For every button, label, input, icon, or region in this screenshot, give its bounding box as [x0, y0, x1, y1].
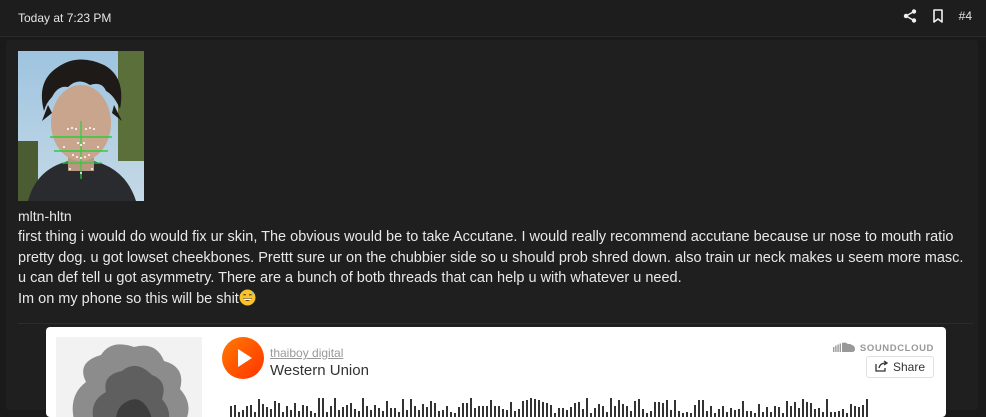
- play-button[interactable]: [222, 337, 264, 379]
- post-timestamp[interactable]: Today at 7:23 PM: [18, 11, 111, 25]
- embed-share-label: Share: [892, 360, 926, 374]
- post-message: first thing i would do would fix ur skin…: [18, 227, 973, 309]
- soundcloud-embed: thaiboy digital Western Union SOUNDCLOUD: [46, 327, 946, 417]
- post-username[interactable]: mltn-hltn: [18, 208, 72, 224]
- share-out-icon: [875, 359, 889, 375]
- embed-share-button[interactable]: Share: [866, 356, 934, 378]
- track-title[interactable]: Western Union: [270, 362, 369, 379]
- post-message-paragraph: first thing i would do would fix ur skin…: [18, 229, 964, 286]
- share-icon[interactable]: [903, 9, 917, 23]
- post-message-line: Im on my phone so this will be shit: [18, 289, 973, 310]
- bookmark-icon[interactable]: [931, 9, 945, 23]
- avatar[interactable]: [18, 51, 144, 201]
- post-body: mltn-hltn first thing i would do would f…: [6, 40, 978, 417]
- track-artwork[interactable]: [56, 337, 202, 417]
- track-artist-link[interactable]: thaiboy digital: [270, 346, 343, 360]
- soundcloud-logo-icon: [832, 339, 855, 357]
- grinning-face-with-sweat-icon: [239, 289, 256, 306]
- soundcloud-brand-label: SOUNDCLOUD: [859, 342, 934, 354]
- play-icon: [238, 349, 252, 367]
- post-number-link[interactable]: #4: [959, 9, 972, 23]
- post-header: Today at 7:23 PM #4: [0, 0, 986, 37]
- waveform[interactable]: [230, 397, 870, 417]
- soundcloud-brand[interactable]: SOUNDCLOUD: [832, 339, 934, 357]
- post-actions: #4: [903, 9, 972, 23]
- post-divider: [18, 323, 973, 324]
- post-message-last-line: Im on my phone so this will be shit: [18, 290, 239, 307]
